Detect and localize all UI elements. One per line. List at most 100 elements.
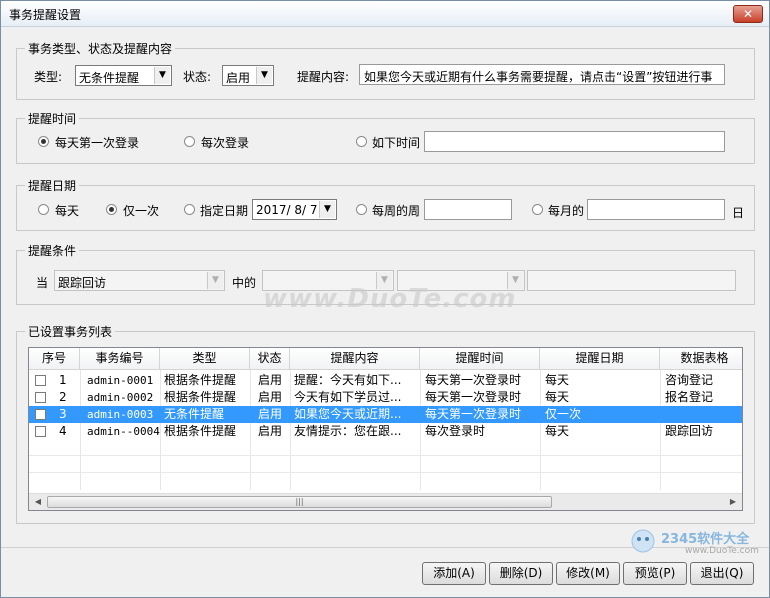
table-row[interactable]: 2 admin-0002 根据条件提醒 启用 今天有如下学员过... 每天第一次… [29, 389, 742, 406]
cell-status: 启用 [258, 373, 283, 387]
column-header-time[interactable]: 提醒时间 [420, 348, 540, 370]
cell-date: 每天 [545, 373, 570, 387]
cell-type: 无条件提醒 [164, 407, 225, 421]
cell-id: admin-0001 [87, 374, 154, 387]
time-section-title: 提醒时间 [25, 110, 80, 127]
status-select[interactable]: 启用 ▼ [222, 65, 274, 86]
cell-id: admin-0002 [87, 391, 154, 404]
row-checkbox[interactable] [35, 426, 46, 437]
radio-date-once[interactable] [106, 204, 117, 215]
close-button[interactable]: ✕ [733, 5, 763, 23]
cell-date: 每天 [545, 390, 570, 404]
in-label: 中的 [232, 276, 257, 290]
dialog-window: 事务提醒设置 ✕ 事务类型、状态及提醒内容 类型: 无条件提醒 ▼ 状态: 启用… [0, 0, 770, 598]
column-header-id[interactable]: 事务编号 [80, 348, 160, 370]
scroll-right-icon[interactable]: ▶ [727, 496, 739, 508]
row-checkbox[interactable] [35, 409, 46, 420]
cell-time: 每天第一次登录时 [425, 407, 522, 421]
cell-content: 今天有如下学员过... [294, 390, 402, 404]
radio-time-every-login[interactable] [184, 136, 195, 147]
cell-type: 根据条件提醒 [164, 390, 237, 404]
date-section-title: 提醒日期 [25, 177, 80, 194]
add-button[interactable]: 添加(A) [422, 562, 486, 585]
condition-field-select[interactable]: 跟踪回访 ▼ [54, 270, 225, 291]
radio-time-first-login-label: 每天第一次登录 [55, 136, 140, 150]
type-label: 类型: [34, 70, 63, 84]
logo-url: www.DuoTe.com [685, 546, 759, 556]
cell-index: 1 [59, 373, 67, 387]
cell-index: 2 [59, 390, 67, 404]
cell-type: 根据条件提醒 [164, 424, 237, 438]
radio-time-every-login-label: 每次登录 [201, 136, 250, 150]
table-row[interactable]: 1 admin-0001 根据条件提醒 启用 提醒：今天有如下... 每天第一次… [29, 372, 742, 389]
list-section-title: 已设置事务列表 [25, 323, 116, 340]
chevron-down-icon[interactable]: ▼ [319, 201, 335, 218]
radio-date-monthly[interactable] [532, 204, 543, 215]
custom-time-input[interactable] [424, 131, 725, 152]
column-header-index[interactable]: 序号 [29, 348, 80, 370]
radio-date-weekly-label: 每周的周 [372, 204, 421, 218]
monthly-day-input[interactable] [587, 199, 725, 220]
type-select-value: 无条件提醒 [79, 71, 140, 85]
scroll-left-icon[interactable]: ◀ [32, 496, 44, 508]
cell-content: 友情提示：您在跟... [294, 424, 402, 438]
watermark-text: www.DuoTe.com [263, 284, 517, 314]
radio-date-daily-label: 每天 [55, 204, 80, 218]
scrollbar-thumb[interactable]: ||| [47, 496, 552, 508]
radio-date-weekly[interactable] [356, 204, 367, 215]
window-title: 事务提醒设置 [9, 8, 82, 22]
cell-id: admin-0003 [87, 408, 154, 421]
cell-index: 3 [59, 407, 67, 421]
row-checkbox[interactable] [35, 375, 46, 386]
date-picker[interactable]: 2017/ 8/ 7 ▼ [252, 199, 337, 220]
cell-status: 启用 [258, 407, 283, 421]
cell-date: 每天 [545, 424, 570, 438]
condition-value-input[interactable] [527, 270, 736, 291]
weekly-day-input[interactable] [424, 199, 512, 220]
cell-content: 提醒：今天有如下... [294, 373, 402, 387]
task-list[interactable]: 序号 事务编号 类型 状态 提醒内容 提醒时间 提醒日期 数据表格 1 admi… [28, 347, 743, 511]
chevron-down-icon[interactable]: ▼ [256, 67, 272, 84]
content-input[interactable]: 如果您今天或近期有什么事务需要提醒，请点击“设置”按钮进行事 [359, 64, 725, 85]
cell-table: 报名登记 [665, 390, 714, 404]
table-row-selected[interactable]: 3 admin-0003 无条件提醒 启用 如果您今天或近期... 每天第一次登… [29, 406, 742, 423]
day-suffix-label: 日 [732, 206, 745, 220]
table-row[interactable]: 4 admin--0004 根据条件提醒 启用 友情提示：您在跟... 每次登录… [29, 423, 742, 440]
column-header-table[interactable]: 数据表格 [660, 348, 742, 370]
radio-date-specific[interactable] [184, 204, 195, 215]
type-section-title: 事务类型、状态及提醒内容 [25, 40, 176, 57]
cell-time: 每天第一次登录时 [425, 373, 522, 387]
cell-id: admin--0004 [87, 425, 160, 438]
content-label: 提醒内容: [297, 70, 350, 84]
cell-time: 每次登录时 [425, 424, 486, 438]
cell-table: 跟踪回访 [665, 424, 714, 438]
type-select[interactable]: 无条件提醒 ▼ [75, 65, 172, 86]
date-picker-value: 2017/ 8/ 7 [256, 203, 318, 217]
radio-time-first-login[interactable] [38, 136, 49, 147]
cell-time: 每天第一次登录时 [425, 390, 522, 404]
horizontal-scrollbar[interactable]: ◀ ||| ▶ [29, 493, 742, 510]
column-header-content[interactable]: 提醒内容 [290, 348, 420, 370]
cell-status: 启用 [258, 424, 283, 438]
cell-type: 根据条件提醒 [164, 373, 237, 387]
column-header-status[interactable]: 状态 [250, 348, 290, 370]
column-header-type[interactable]: 类型 [160, 348, 250, 370]
cell-status: 启用 [258, 390, 283, 404]
radio-date-monthly-label: 每月的 [548, 204, 585, 218]
column-header-date[interactable]: 提醒日期 [540, 348, 660, 370]
status-select-value: 启用 [226, 71, 251, 85]
row-checkbox[interactable] [35, 392, 46, 403]
delete-button[interactable]: 删除(D) [489, 562, 553, 585]
radio-date-once-label: 仅一次 [123, 204, 160, 218]
status-label: 状态: [183, 70, 212, 84]
radio-time-custom[interactable] [356, 136, 367, 147]
radio-date-daily[interactable] [38, 204, 49, 215]
chevron-down-icon[interactable]: ▼ [154, 67, 170, 84]
cell-table: 咨询登记 [665, 373, 714, 387]
exit-button[interactable]: 退出(Q) [690, 562, 754, 585]
preview-button[interactable]: 预览(P) [623, 562, 687, 585]
radio-time-custom-label: 如下时间 [372, 136, 421, 150]
modify-button[interactable]: 修改(M) [556, 562, 620, 585]
title-bar: 事务提醒设置 ✕ [1, 1, 769, 27]
chevron-down-icon[interactable]: ▼ [207, 272, 223, 289]
